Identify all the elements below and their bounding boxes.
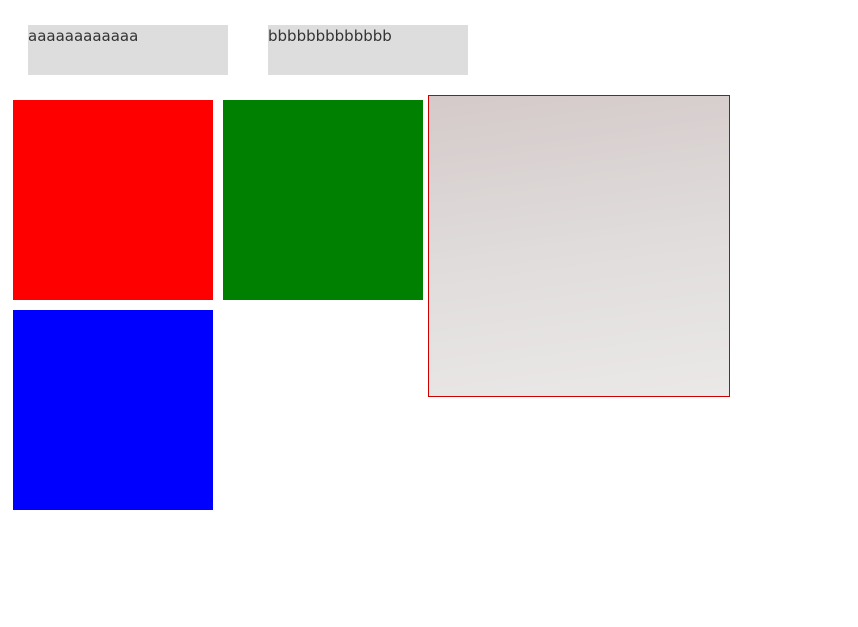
page: aaaaaaaaaaaa bbbbbbbbbbbbb	[0, 0, 858, 627]
red-tile[interactable]	[13, 100, 213, 300]
text-box-b[interactable]: bbbbbbbbbbbbb	[268, 25, 468, 75]
blue-tile[interactable]	[13, 310, 213, 510]
green-tile[interactable]	[223, 100, 423, 300]
drop-zone[interactable]	[428, 95, 730, 397]
text-box-a[interactable]: aaaaaaaaaaaa	[28, 25, 228, 75]
